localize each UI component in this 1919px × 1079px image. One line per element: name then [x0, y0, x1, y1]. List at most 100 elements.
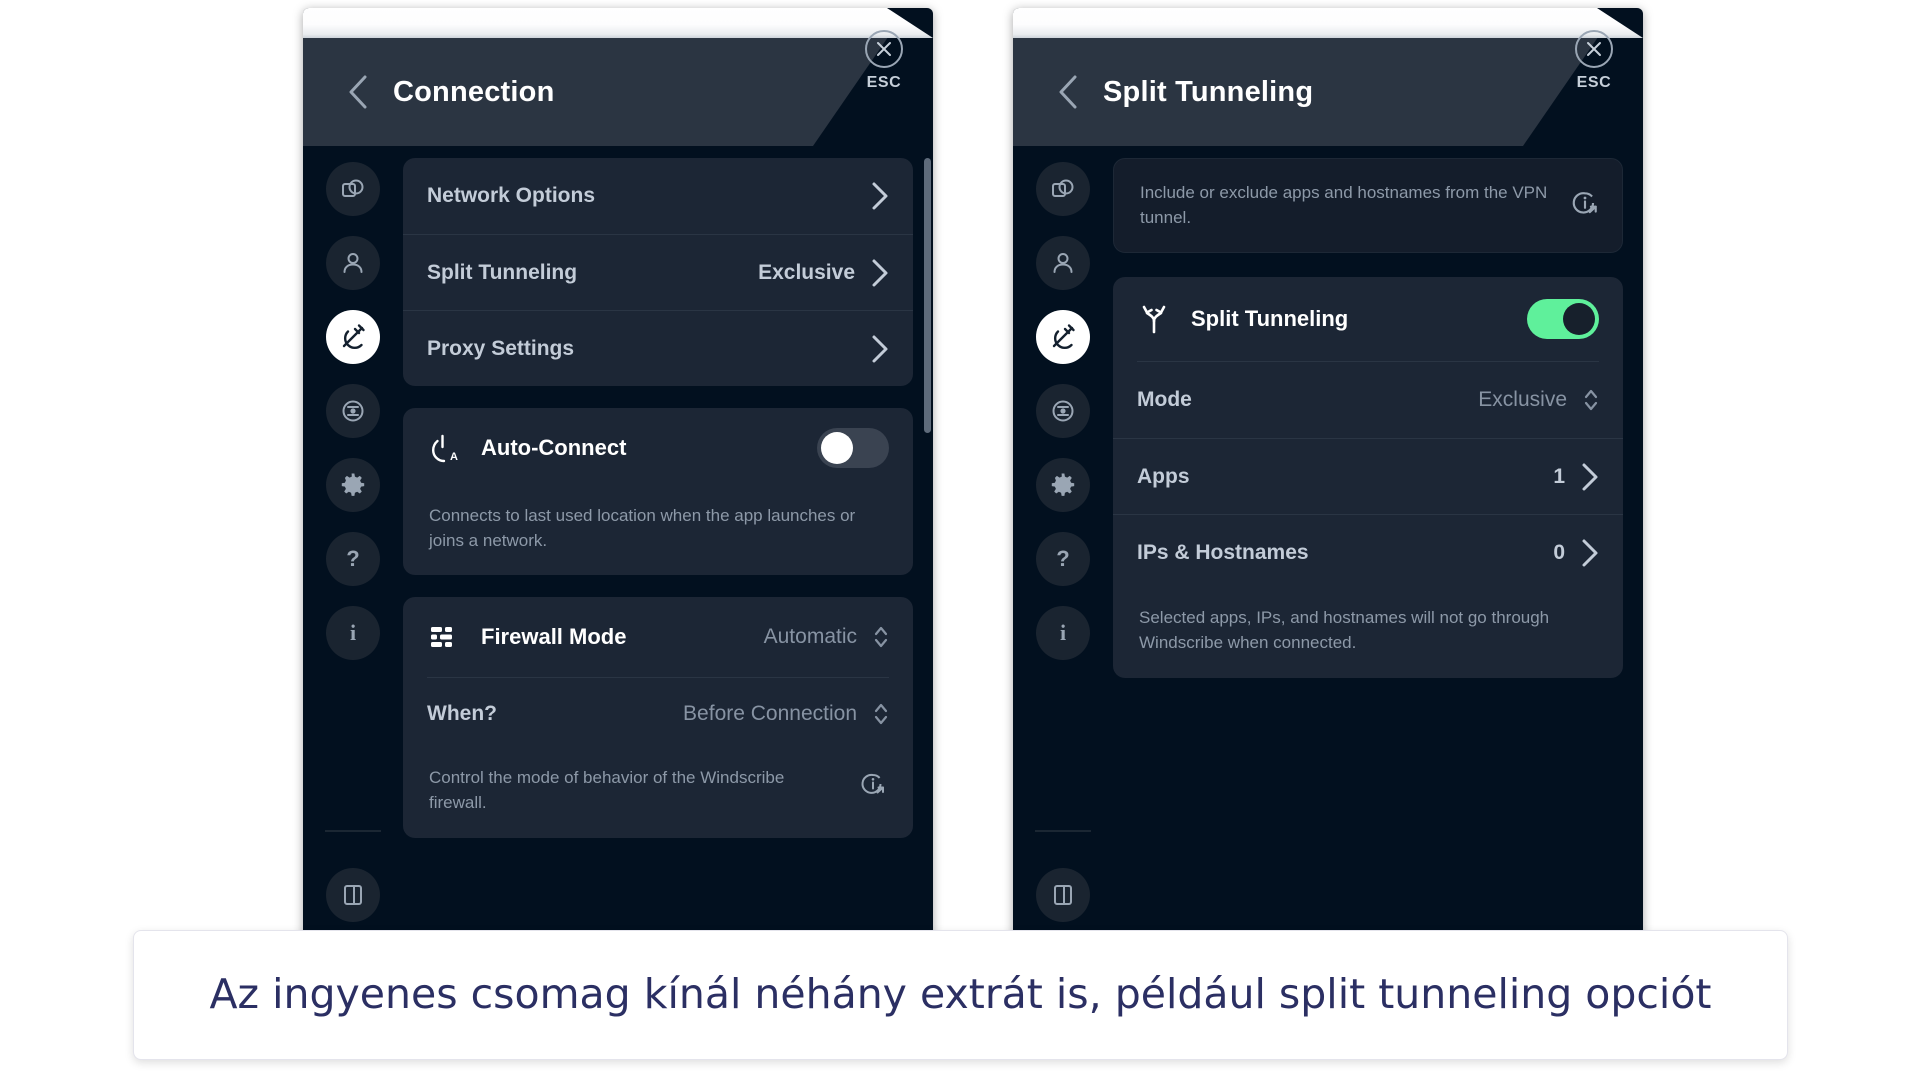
- sidebar-item-logout[interactable]: [326, 868, 380, 922]
- close-esc-group: ESC: [865, 30, 903, 92]
- window-glare: [303, 8, 933, 38]
- menu-row-network-options[interactable]: Network Options: [403, 158, 913, 234]
- connection-plug-icon: [339, 323, 367, 351]
- row-label: IPs & Hostnames: [1137, 540, 1309, 564]
- esc-label: ESC: [1576, 74, 1612, 91]
- stepper-icon[interactable]: [1583, 387, 1599, 413]
- firewall-when-label: When?: [427, 702, 497, 726]
- chevron-right-icon: [871, 334, 889, 364]
- chevron-right-icon: [1581, 462, 1599, 492]
- settings-row-apps[interactable]: Apps 1: [1113, 438, 1623, 514]
- sidebar-item-connection[interactable]: [326, 310, 380, 364]
- sidebar-item-preferences[interactable]: [1036, 458, 1090, 512]
- auto-connect-card: A Auto-Connect Connects to last used loc…: [403, 408, 913, 576]
- menu-row-proxy-settings[interactable]: Proxy Settings: [403, 310, 913, 386]
- help-question-icon: ?: [1050, 546, 1076, 572]
- row-value: Exclusive: [1478, 388, 1567, 412]
- firewall-when-value: Before Connection: [683, 702, 857, 726]
- chevron-right-icon: [1581, 538, 1599, 568]
- sidebar-item-copy[interactable]: [1036, 162, 1090, 216]
- firewall-description: Control the mode of behavior of the Wind…: [403, 750, 913, 837]
- toggle-knob: [821, 432, 853, 464]
- firewall-when-row[interactable]: When? Before Connection: [403, 678, 913, 750]
- description-text: Connects to last used location when the …: [429, 506, 856, 550]
- toggle-knob: [1563, 303, 1595, 336]
- page-title: Split Tunneling: [1103, 75, 1314, 108]
- menu-row-split-tunneling[interactable]: Split Tunneling Exclusive: [403, 234, 913, 310]
- settings-row-ips-hostnames[interactable]: IPs & Hostnames 0: [1113, 514, 1623, 590]
- row-value: 0: [1553, 540, 1565, 564]
- description-text: Control the mode of behavior of the Wind…: [429, 768, 785, 812]
- row-label: Split Tunneling: [427, 260, 578, 284]
- auto-connect-description: Connects to last used location when the …: [403, 488, 913, 575]
- sidebar-item-account[interactable]: [326, 236, 380, 290]
- scrollbar-thumb[interactable]: [924, 158, 931, 433]
- stepper-icon[interactable]: [873, 701, 889, 727]
- auto-connect-header: A Auto-Connect: [403, 408, 913, 488]
- logout-icon: [341, 883, 365, 907]
- robert-icon: [340, 398, 366, 424]
- rail-divider: [1035, 830, 1091, 832]
- sidebar-item-preferences[interactable]: [326, 458, 380, 512]
- split-fork-icon: [1137, 304, 1171, 334]
- row-value: Exclusive: [758, 260, 855, 284]
- chevron-right-icon: [871, 258, 889, 288]
- info-external-link-icon[interactable]: [1570, 188, 1600, 223]
- sidebar-item-connection[interactable]: [1036, 310, 1090, 364]
- window-glare: [1013, 8, 1643, 38]
- sidebar-item-logout[interactable]: [1036, 868, 1090, 922]
- firewall-header[interactable]: Firewall Mode Automatic: [403, 597, 913, 677]
- sidebar-item-copy[interactable]: [326, 162, 380, 216]
- info-external-link-icon[interactable]: [859, 770, 887, 806]
- connection-content: Network Options Split Tunneling Exclusiv…: [403, 146, 933, 948]
- row-value: 1: [1553, 464, 1565, 488]
- chevron-left-icon[interactable]: [1055, 72, 1081, 112]
- split-tunneling-card: Split Tunneling Mode Exclusive Apps 1 IP…: [1113, 277, 1623, 678]
- gear-icon: [1050, 472, 1076, 498]
- sidebar-item-robert[interactable]: [1036, 384, 1090, 438]
- esc-label: ESC: [866, 74, 902, 91]
- firewall-bricks-icon: [427, 625, 461, 649]
- row-label: Network Options: [427, 184, 596, 207]
- close-icon[interactable]: [1575, 30, 1613, 68]
- row-label: Mode: [1137, 388, 1192, 412]
- window-body: ? i: [1013, 146, 1643, 948]
- account-icon: [1050, 250, 1076, 276]
- split-tunneling-content: Include or exclude apps and hostnames fr…: [1113, 146, 1643, 948]
- screenshot-root: ESC Connection ? i Network Options Split…: [0, 0, 1919, 1079]
- svg-text:i: i: [350, 620, 356, 645]
- svg-text:i: i: [1060, 620, 1066, 645]
- menu-card: Network Options Split Tunneling Exclusiv…: [403, 158, 913, 386]
- firewall-title: Firewall Mode: [481, 624, 627, 650]
- sidebar-item-help[interactable]: ?: [1036, 532, 1090, 586]
- sidebar-item-about[interactable]: i: [326, 606, 380, 660]
- sidebar-item-account[interactable]: [1036, 236, 1090, 290]
- window-header: Connection: [303, 38, 933, 146]
- robert-icon: [1050, 398, 1076, 424]
- close-icon[interactable]: [865, 30, 903, 68]
- help-question-icon: ?: [340, 546, 366, 572]
- split-tunneling-footer-note: Selected apps, IPs, and hostnames will n…: [1113, 590, 1623, 677]
- svg-text:?: ?: [346, 546, 359, 571]
- chevron-right-icon: [871, 181, 889, 211]
- sidebar-rail: ? i: [303, 146, 403, 948]
- sidebar-item-help[interactable]: ?: [326, 532, 380, 586]
- auto-connect-toggle[interactable]: [817, 428, 889, 468]
- connection-window: ESC Connection ? i Network Options Split…: [303, 8, 933, 948]
- window-body: ? i: [303, 146, 933, 948]
- stepper-icon[interactable]: [873, 624, 889, 650]
- settings-row-mode[interactable]: Mode Exclusive: [1113, 362, 1623, 438]
- gear-icon: [340, 472, 366, 498]
- page-title: Connection: [393, 75, 555, 108]
- row-label: Apps: [1137, 464, 1190, 488]
- chevron-left-icon[interactable]: [345, 72, 371, 112]
- sidebar-rail: ? i: [1013, 146, 1113, 948]
- copy-icon: [1050, 176, 1076, 202]
- power-auto-icon: A: [427, 433, 461, 463]
- sidebar-item-robert[interactable]: [326, 384, 380, 438]
- connection-plug-icon: [1049, 323, 1077, 351]
- split-tunneling-toggle[interactable]: [1527, 299, 1599, 340]
- split-tunneling-header: Split Tunneling: [1113, 277, 1623, 361]
- sidebar-item-about[interactable]: i: [1036, 606, 1090, 660]
- account-icon: [340, 250, 366, 276]
